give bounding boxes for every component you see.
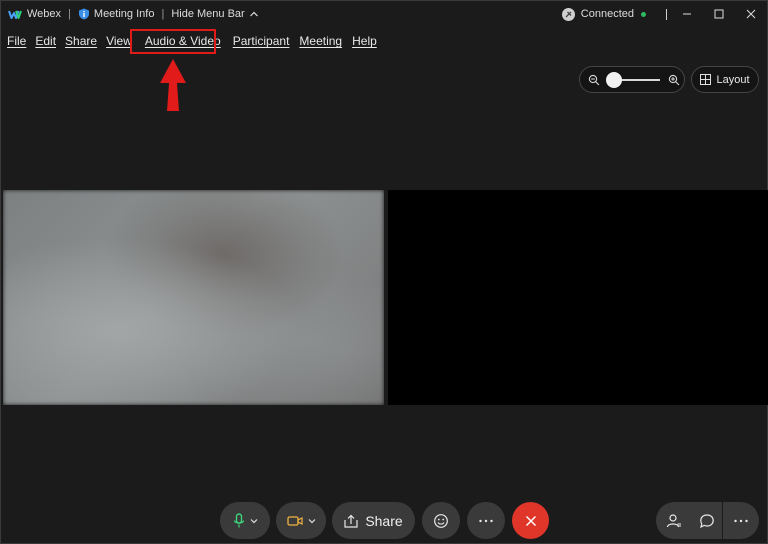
menu-view[interactable]: View — [106, 34, 132, 48]
more-options-button[interactable] — [467, 502, 505, 539]
leave-icon — [525, 515, 536, 526]
title-separator: | — [161, 8, 165, 20]
menu-participant[interactable]: Participant — [233, 34, 290, 48]
microphone-icon — [233, 512, 244, 527]
share-label: Share — [365, 512, 403, 529]
meeting-info-button[interactable]: Meeting Info — [78, 8, 155, 20]
chevron-up-icon — [249, 11, 258, 17]
more-icon — [734, 519, 748, 522]
app-name: Webex — [27, 8, 62, 20]
video-tile-self[interactable] — [3, 190, 384, 405]
layout-grid-icon — [700, 74, 712, 85]
share-icon — [344, 514, 358, 528]
maximize-button[interactable] — [707, 1, 731, 27]
maximize-icon — [714, 9, 724, 19]
video-tile-remote[interactable] — [388, 190, 768, 405]
hide-menu-bar-button[interactable]: Hide Menu Bar — [171, 8, 258, 20]
participants-button[interactable] — [656, 502, 692, 539]
annotation-arrow-icon — [160, 59, 186, 111]
more-icon — [479, 519, 493, 522]
title-bar-right: Connected — [561, 1, 767, 27]
minimize-icon — [683, 13, 691, 15]
chevron-down-icon[interactable] — [308, 518, 316, 524]
close-icon — [746, 9, 756, 19]
layout-label: Layout — [716, 73, 750, 86]
chat-button[interactable] — [692, 502, 722, 539]
menu-file[interactable]: File — [7, 34, 26, 48]
menu-edit[interactable]: Edit — [35, 34, 56, 48]
close-window-button[interactable] — [739, 1, 763, 27]
plug-icon — [565, 11, 572, 17]
leave-meeting-button[interactable] — [512, 502, 549, 539]
webex-logo-icon — [8, 10, 22, 19]
title-divider — [666, 8, 667, 20]
share-button[interactable]: Share — [332, 502, 415, 539]
meeting-info-icon — [78, 8, 89, 20]
reactions-button[interactable] — [422, 502, 460, 539]
hide-menu-bar-label: Hide Menu Bar — [171, 8, 245, 20]
menu-meeting[interactable]: Meeting — [299, 34, 342, 48]
menu-audio-video[interactable]: Audio & Video — [145, 34, 221, 48]
meeting-info-label: Meeting Info — [93, 8, 155, 20]
menu-bar: File Edit Share View Audio & Video Parti… — [1, 31, 380, 51]
more-panels-button[interactable] — [723, 502, 759, 539]
video-camera-icon — [286, 515, 303, 526]
zoom-out-icon[interactable] — [588, 74, 600, 86]
zoom-control — [579, 66, 685, 93]
title-bar: Webex | Meeting Info | Hide Menu Bar Con… — [1, 1, 767, 27]
menu-share[interactable]: Share — [65, 34, 97, 48]
video-button[interactable] — [276, 502, 326, 539]
connection-icon — [561, 7, 575, 21]
minimize-button[interactable] — [675, 1, 699, 27]
zoom-slider[interactable] — [606, 71, 660, 88]
menu-help[interactable]: Help — [352, 34, 377, 48]
chevron-down-icon[interactable] — [250, 518, 258, 524]
zoom-slider-thumb[interactable] — [606, 71, 622, 88]
reactions-icon — [434, 513, 448, 528]
mute-button[interactable] — [220, 502, 270, 539]
zoom-in-icon[interactable] — [668, 74, 680, 86]
blurred-video-feed — [3, 190, 384, 405]
connection-status: Connected — [580, 8, 634, 20]
chat-icon — [700, 513, 714, 528]
app-title: Webex — [1, 7, 61, 21]
layout-button[interactable]: Layout — [691, 66, 759, 93]
connection-status-dot — [641, 11, 646, 17]
webex-meeting-window: Webex | Meeting Info | Hide Menu Bar Con… — [0, 0, 768, 544]
participants-icon — [666, 513, 681, 527]
title-separator: | — [68, 8, 71, 20]
